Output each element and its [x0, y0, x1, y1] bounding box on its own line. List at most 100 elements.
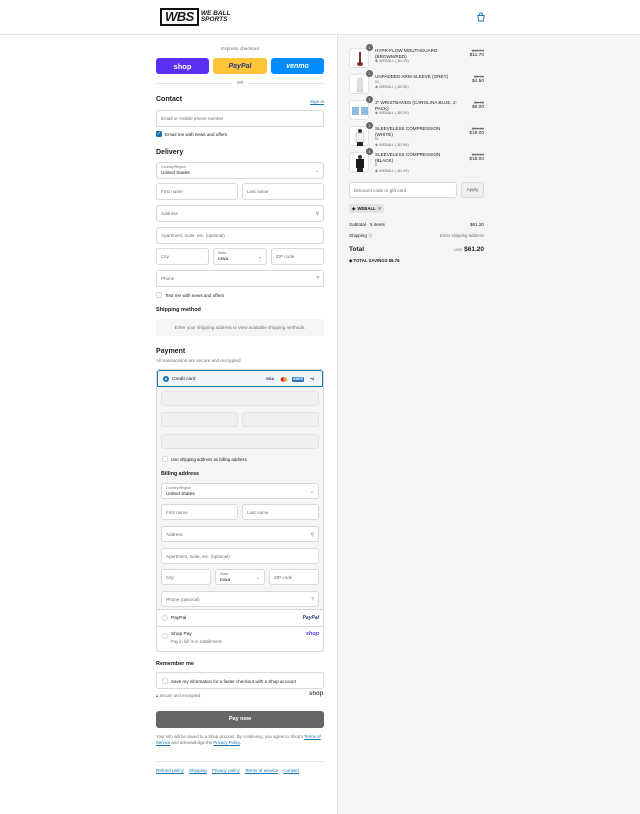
- first-name-field[interactable]: First name: [156, 183, 238, 200]
- shipping-method-heading: Shipping method: [156, 307, 201, 313]
- total-value: $61.20: [464, 246, 484, 253]
- payment-heading: Payment: [156, 348, 186, 355]
- shopping-bag-icon[interactable]: [476, 12, 486, 22]
- shipping-value: Enter shipping address: [440, 233, 484, 238]
- country-select[interactable]: Country/Region United States ⌄: [156, 162, 324, 179]
- item-name: HYPR-FLOW MOUTHGUARD (BROWN/RED): [375, 48, 438, 59]
- venmo-express-button[interactable]: venmo: [271, 58, 324, 74]
- remember-me-box[interactable]: Save my information for a faster checkou…: [156, 672, 324, 689]
- item-discount-text: WEBALL (-$0.99): [378, 111, 409, 115]
- save-info-checkbox[interactable]: [162, 678, 168, 684]
- billing-address-field[interactable]: Address ⚲: [161, 526, 319, 542]
- item-name: SLEEVELESS COMPRESSION (BLACK): [375, 152, 441, 163]
- zip-field[interactable]: ZIP code: [271, 248, 324, 265]
- or-divider: OR: [156, 80, 324, 85]
- security-code-field[interactable]: [242, 412, 319, 427]
- help-circle-icon[interactable]: ⓘ: [368, 233, 372, 238]
- credit-card-option[interactable]: Credit card VISA AMEX +4: [157, 370, 323, 387]
- billing-country-select[interactable]: Country/Region United States ⌄: [161, 483, 319, 499]
- news-checkbox[interactable]: ✓: [156, 131, 162, 137]
- cart-item: 1 HYPR-FLOW MOUTHGUARD (BROWN/RED) ◈ WEB…: [349, 44, 484, 72]
- news-checkbox-label: Email me with news and offers: [165, 131, 228, 137]
- chevron-down-icon: ⌄: [255, 575, 260, 581]
- state-select[interactable]: State Iowa ⌄: [213, 248, 267, 265]
- currency-code: USD: [454, 248, 463, 252]
- shop-pay-option[interactable]: Shop Pay Pay in full or in installments …: [157, 626, 323, 651]
- item-name: 3" WRISTBANDS (CAROLINA BLUE, 2-PACK): [375, 100, 458, 111]
- item-price: $4.50: [471, 79, 484, 84]
- discount-code-field[interactable]: Discount code or gift card: [349, 182, 457, 198]
- billing-address-placeholder: Address: [166, 532, 183, 537]
- store-logo[interactable]: WBS WE BALL SPORTS: [160, 8, 235, 26]
- billing-first-name-field[interactable]: First name: [161, 504, 238, 520]
- logo-mark: WBS: [160, 8, 199, 26]
- cart-item: 1 SLEEVELESS COMPRESSION (BLACK) S ◈ WEB…: [349, 148, 484, 176]
- savings-value: $6.76: [388, 258, 400, 263]
- item-discount: ◈ WEBALL (-$0.99): [375, 111, 459, 117]
- terms-of-service-footer-link[interactable]: Terms of service: [245, 768, 278, 773]
- expiration-field[interactable]: [161, 412, 238, 427]
- state-label: State: [218, 251, 227, 255]
- billing-zip-field[interactable]: ZIP code: [269, 569, 319, 585]
- remove-discount-icon[interactable]: ✕: [378, 204, 382, 213]
- billing-state-select[interactable]: State Iowa ⌄: [215, 569, 265, 585]
- billing-state-value: Iowa: [220, 577, 231, 583]
- billing-last-name-field[interactable]: Last name: [242, 504, 319, 520]
- item-title: SLEEVELESS COMPRESSION (BLACK) S ◈ WEBAL…: [375, 152, 459, 174]
- name-on-card-field[interactable]: [161, 434, 319, 449]
- discount-tag: ◈ WEBALL ✕: [349, 204, 385, 213]
- item-title: 3" WRISTBANDS (CAROLINA BLUE, 2-PACK) ◈ …: [375, 100, 459, 117]
- address-field[interactable]: Address ⚲: [156, 205, 324, 222]
- paypal-radio[interactable]: [162, 615, 168, 621]
- apply-button[interactable]: Apply: [461, 182, 484, 198]
- credit-card-radio[interactable]: [163, 376, 169, 382]
- item-discount-text: WEBALL (-$1.99): [378, 168, 409, 173]
- privacy-policy-footer-link[interactable]: Privacy policy: [212, 768, 240, 773]
- billing-city-field[interactable]: City: [161, 569, 211, 585]
- pay-now-button[interactable]: Pay now: [156, 711, 324, 728]
- item-title: SLEEVELESS COMPRESSION (WHITE) M ◈ WEBAL…: [375, 126, 459, 148]
- search-icon: ⚲: [315, 211, 319, 217]
- footer-links: Refund policy Shipping Privacy policy Te…: [156, 768, 299, 773]
- email-placeholder: Email or mobile phone number: [161, 116, 224, 121]
- help-circle-icon[interactable]: ?: [311, 597, 314, 603]
- billing-apartment-field[interactable]: Apartment, suite, etc. (optional): [161, 548, 319, 564]
- item-title: HYPR-FLOW MOUTHGUARD (BROWN/RED) ◈ WEBAL…: [375, 48, 459, 65]
- billing-phone-placeholder: Phone (optional): [166, 597, 200, 602]
- refund-policy-link[interactable]: Refund policy: [156, 768, 184, 773]
- text-me-checkbox[interactable]: [156, 292, 162, 298]
- item-price: $9.00: [471, 105, 484, 110]
- paypal-option[interactable]: PayPal PayPal: [157, 609, 323, 625]
- logo-text: WE BALL SPORTS: [200, 10, 231, 23]
- privacy-policy-link[interactable]: Privacy Policy: [213, 740, 239, 745]
- item-discount: ◈ WEBALL (-$0.50): [375, 85, 459, 91]
- paypal-express-button[interactable]: PayPal: [213, 58, 267, 74]
- billing-phone-field[interactable]: Phone (optional) ?: [161, 591, 319, 607]
- item-discount: ◈ WEBALL (-$1.29): [375, 59, 459, 65]
- card-number-field[interactable]: [161, 391, 319, 406]
- shop-pay-express-button[interactable]: shop: [156, 58, 209, 74]
- country-label: Country/Region: [161, 165, 186, 169]
- help-circle-icon[interactable]: ?: [316, 276, 319, 282]
- shop-pay-radio[interactable]: [162, 633, 168, 639]
- email-field[interactable]: Email or mobile phone number: [156, 110, 324, 127]
- contact-link[interactable]: Contact: [283, 768, 299, 773]
- legal-text-2: and acknowledge the: [171, 740, 213, 745]
- billing-first-name-placeholder: First name: [166, 510, 188, 515]
- tag-icon: ◈: [375, 142, 378, 147]
- billing-state-label: State: [220, 572, 229, 576]
- apartment-field[interactable]: Apartment, suite, etc. (optional): [156, 227, 324, 244]
- shipping-link[interactable]: Shipping: [189, 768, 207, 773]
- use-shipping-checkbox[interactable]: [162, 456, 168, 462]
- item-title: UNPADDED ARM SLEEVE (GREY) XL ◈ WEBALL (…: [375, 74, 459, 91]
- last-name-field[interactable]: Last name: [242, 183, 324, 200]
- cart-item: 1 UNPADDED ARM SLEEVE (GREY) XL ◈ WEBALL…: [349, 70, 484, 98]
- savings-label: TOTAL SAVINGS: [353, 258, 388, 263]
- first-name-placeholder: First name: [161, 189, 183, 194]
- city-field[interactable]: City: [156, 248, 209, 265]
- lock-icon: 🔒︎: [156, 693, 159, 698]
- quantity-badge: 1: [366, 44, 373, 51]
- phone-field[interactable]: Phone ?: [156, 270, 324, 287]
- footer-divider: [156, 761, 324, 762]
- sign-in-link[interactable]: Sign in: [310, 99, 324, 104]
